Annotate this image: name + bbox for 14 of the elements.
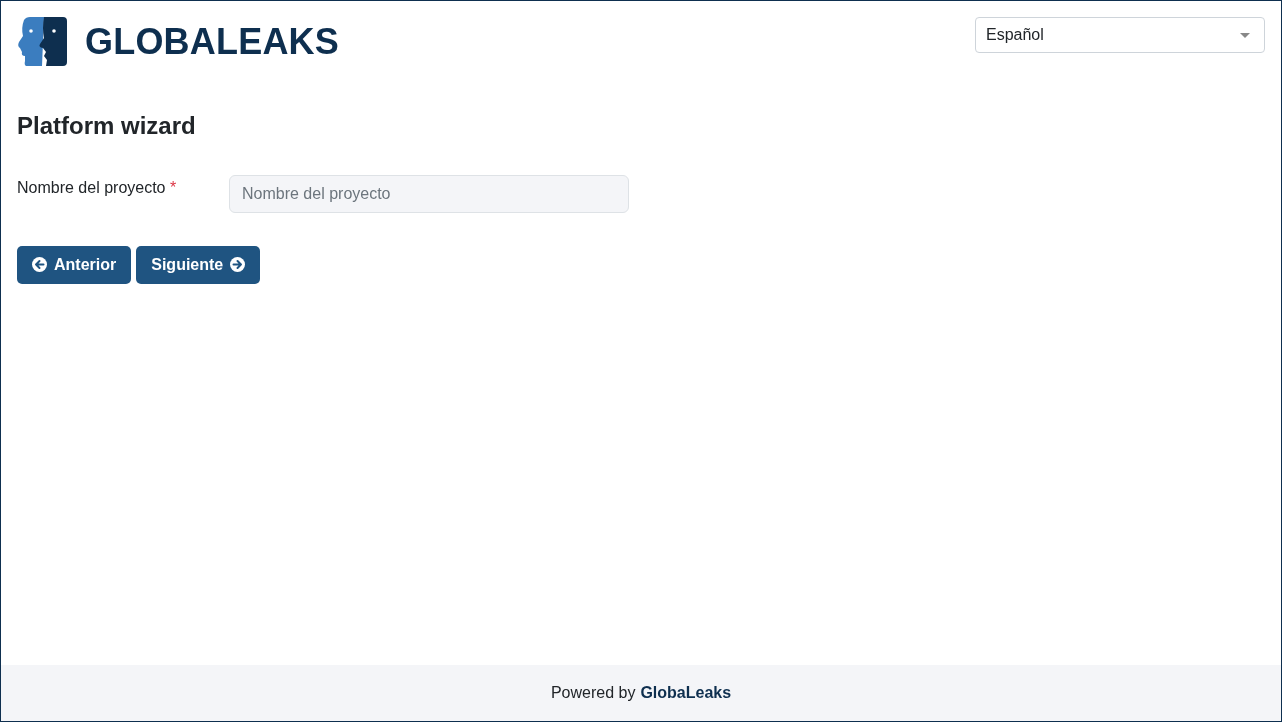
globaleaks-link[interactable]: GlobaLeaks	[640, 684, 732, 702]
next-button[interactable]: Siguiente	[136, 245, 261, 284]
footer-text: Powered by	[550, 684, 636, 702]
field-label: Nombre del proyecto	[17, 178, 166, 196]
logo-icon	[17, 17, 67, 66]
language-select[interactable]: Español	[975, 17, 1265, 53]
required-mark: *	[169, 178, 177, 196]
previous-button[interactable]: Anterior	[17, 245, 132, 284]
project-name-field[interactable]: Nombre del proyecto	[229, 174, 629, 213]
page-title: Platform wizard	[17, 112, 197, 141]
arrow-right-circle-icon	[230, 257, 246, 273]
caret-icon	[1240, 32, 1250, 38]
logo-text: GLOBALEAKS	[85, 23, 339, 60]
arrow-left-circle-icon	[32, 257, 47, 273]
